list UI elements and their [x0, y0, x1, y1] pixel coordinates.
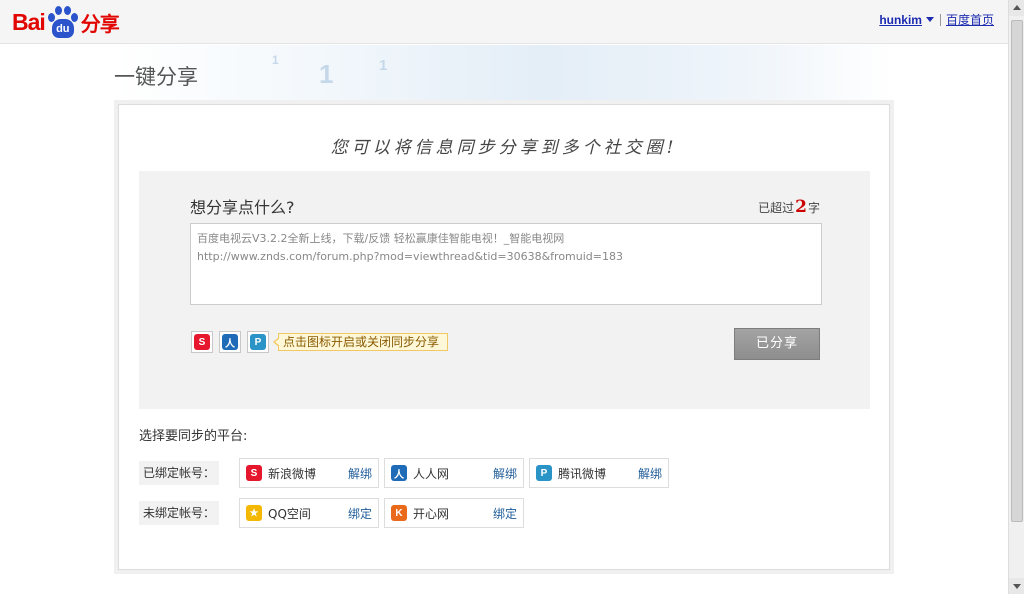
share-text-line: 百度电视云V3.2.2全新上线，下载/反馈 轻松赢康佳智能电视！_智能电视网	[197, 232, 565, 245]
kaixin-icon: K	[391, 505, 407, 521]
bind-kaixin-link[interactable]: 绑定	[493, 505, 517, 522]
top-bar: Bai du 分享 hunkim 百度首页	[0, 0, 1008, 44]
shared-button[interactable]: 已分享	[734, 328, 820, 360]
page-banner: 一键分享 1 1 1	[114, 45, 894, 101]
unbind-tencent-weibo-link[interactable]: 解绑	[638, 465, 662, 482]
count-prefix: 已超过	[758, 201, 795, 215]
renren-icon: 人	[222, 334, 238, 350]
sina-weibo-toggle[interactable]: S	[191, 331, 213, 353]
logo-text: Bai	[12, 8, 46, 35]
baidu-share-logo[interactable]: Bai du 分享	[12, 6, 120, 38]
baidu-home-link[interactable]: 百度首页	[946, 11, 994, 28]
baidu-paw-icon: du	[46, 6, 80, 38]
unbound-label: 未绑定帐号：	[139, 501, 219, 525]
account-tencent-weibo: P 腾讯微博 解绑	[529, 458, 669, 488]
account-renren: 人 人人网 解绑	[384, 458, 524, 488]
user-nav: hunkim 百度首页	[879, 11, 994, 28]
vertical-scrollbar[interactable]	[1008, 0, 1024, 594]
unbind-renren-link[interactable]: 解绑	[493, 465, 517, 482]
decorative-bubble: 1	[319, 59, 334, 89]
share-textarea[interactable]: 百度电视云V3.2.2全新上线，下载/反馈 轻松赢康佳智能电视！_智能电视网 h…	[190, 223, 822, 305]
account-name: 开心网	[413, 506, 450, 521]
account-qzone: ★ QQ空间 绑定	[239, 498, 379, 528]
chevron-down-icon[interactable]	[925, 17, 934, 22]
scroll-up-arrow[interactable]	[1009, 0, 1024, 16]
divider	[939, 13, 941, 26]
decorative-bubble: 1	[272, 53, 279, 67]
sync-toggle-icons: S 人 P 点击图标开启或关闭同步分享	[191, 331, 449, 353]
username-link[interactable]: hunkim	[879, 13, 922, 27]
account-name: QQ空间	[268, 506, 311, 521]
toggle-tooltip: 点击图标开启或关闭同步分享	[272, 333, 449, 351]
decorative-bubble: 1	[379, 57, 388, 74]
renren-icon: 人	[391, 465, 407, 481]
count-suffix: 字	[807, 201, 820, 215]
unbind-sina-weibo-link[interactable]: 解绑	[348, 465, 372, 482]
sina-weibo-icon: S	[194, 334, 210, 350]
platforms-title: 选择要同步的平台:	[139, 429, 248, 444]
tencent-weibo-icon: P	[536, 465, 552, 481]
bound-label: 已绑定帐号：	[139, 461, 219, 485]
share-card: 您可以将信息同步分享到多个社交圈! 想分享点什么? 已超过 2 字 百度电视云V…	[118, 104, 890, 570]
bind-qzone-link[interactable]: 绑定	[348, 505, 372, 522]
unbound-accounts-row: 未绑定帐号： ★ QQ空间 绑定 K 开心网 绑定	[139, 498, 529, 528]
page-title: 一键分享	[114, 65, 198, 89]
count-value: 2	[795, 197, 807, 217]
scroll-down-arrow[interactable]	[1009, 578, 1024, 594]
char-count: 已超过 2 字	[758, 197, 820, 217]
account-sina-weibo: S 新浪微博 解绑	[239, 458, 379, 488]
compose-panel: 想分享点什么? 已超过 2 字 百度电视云V3.2.2全新上线，下载/反馈 轻松…	[139, 171, 870, 409]
qzone-icon: ★	[246, 505, 262, 521]
logo-suffix: 分享	[80, 11, 120, 36]
bound-accounts-row: 已绑定帐号： S 新浪微博 解绑 人 人人网 解绑 P 腾讯微博 解绑	[139, 458, 674, 488]
account-kaixin: K 开心网 绑定	[384, 498, 524, 528]
account-name: 新浪微博	[268, 466, 317, 481]
sina-weibo-icon: S	[246, 465, 262, 481]
compose-question: 想分享点什么?	[190, 198, 295, 217]
account-name: 人人网	[413, 466, 450, 481]
account-name: 腾讯微博	[558, 466, 607, 481]
tencent-weibo-toggle[interactable]: P	[247, 331, 269, 353]
share-text-line: http://www.znds.com/forum.php?mod=viewth…	[197, 250, 623, 263]
scroll-thumb[interactable]	[1011, 20, 1023, 522]
renren-toggle[interactable]: 人	[219, 331, 241, 353]
slogan: 您可以将信息同步分享到多个社交圈!	[330, 138, 678, 158]
tencent-weibo-icon: P	[250, 334, 266, 350]
